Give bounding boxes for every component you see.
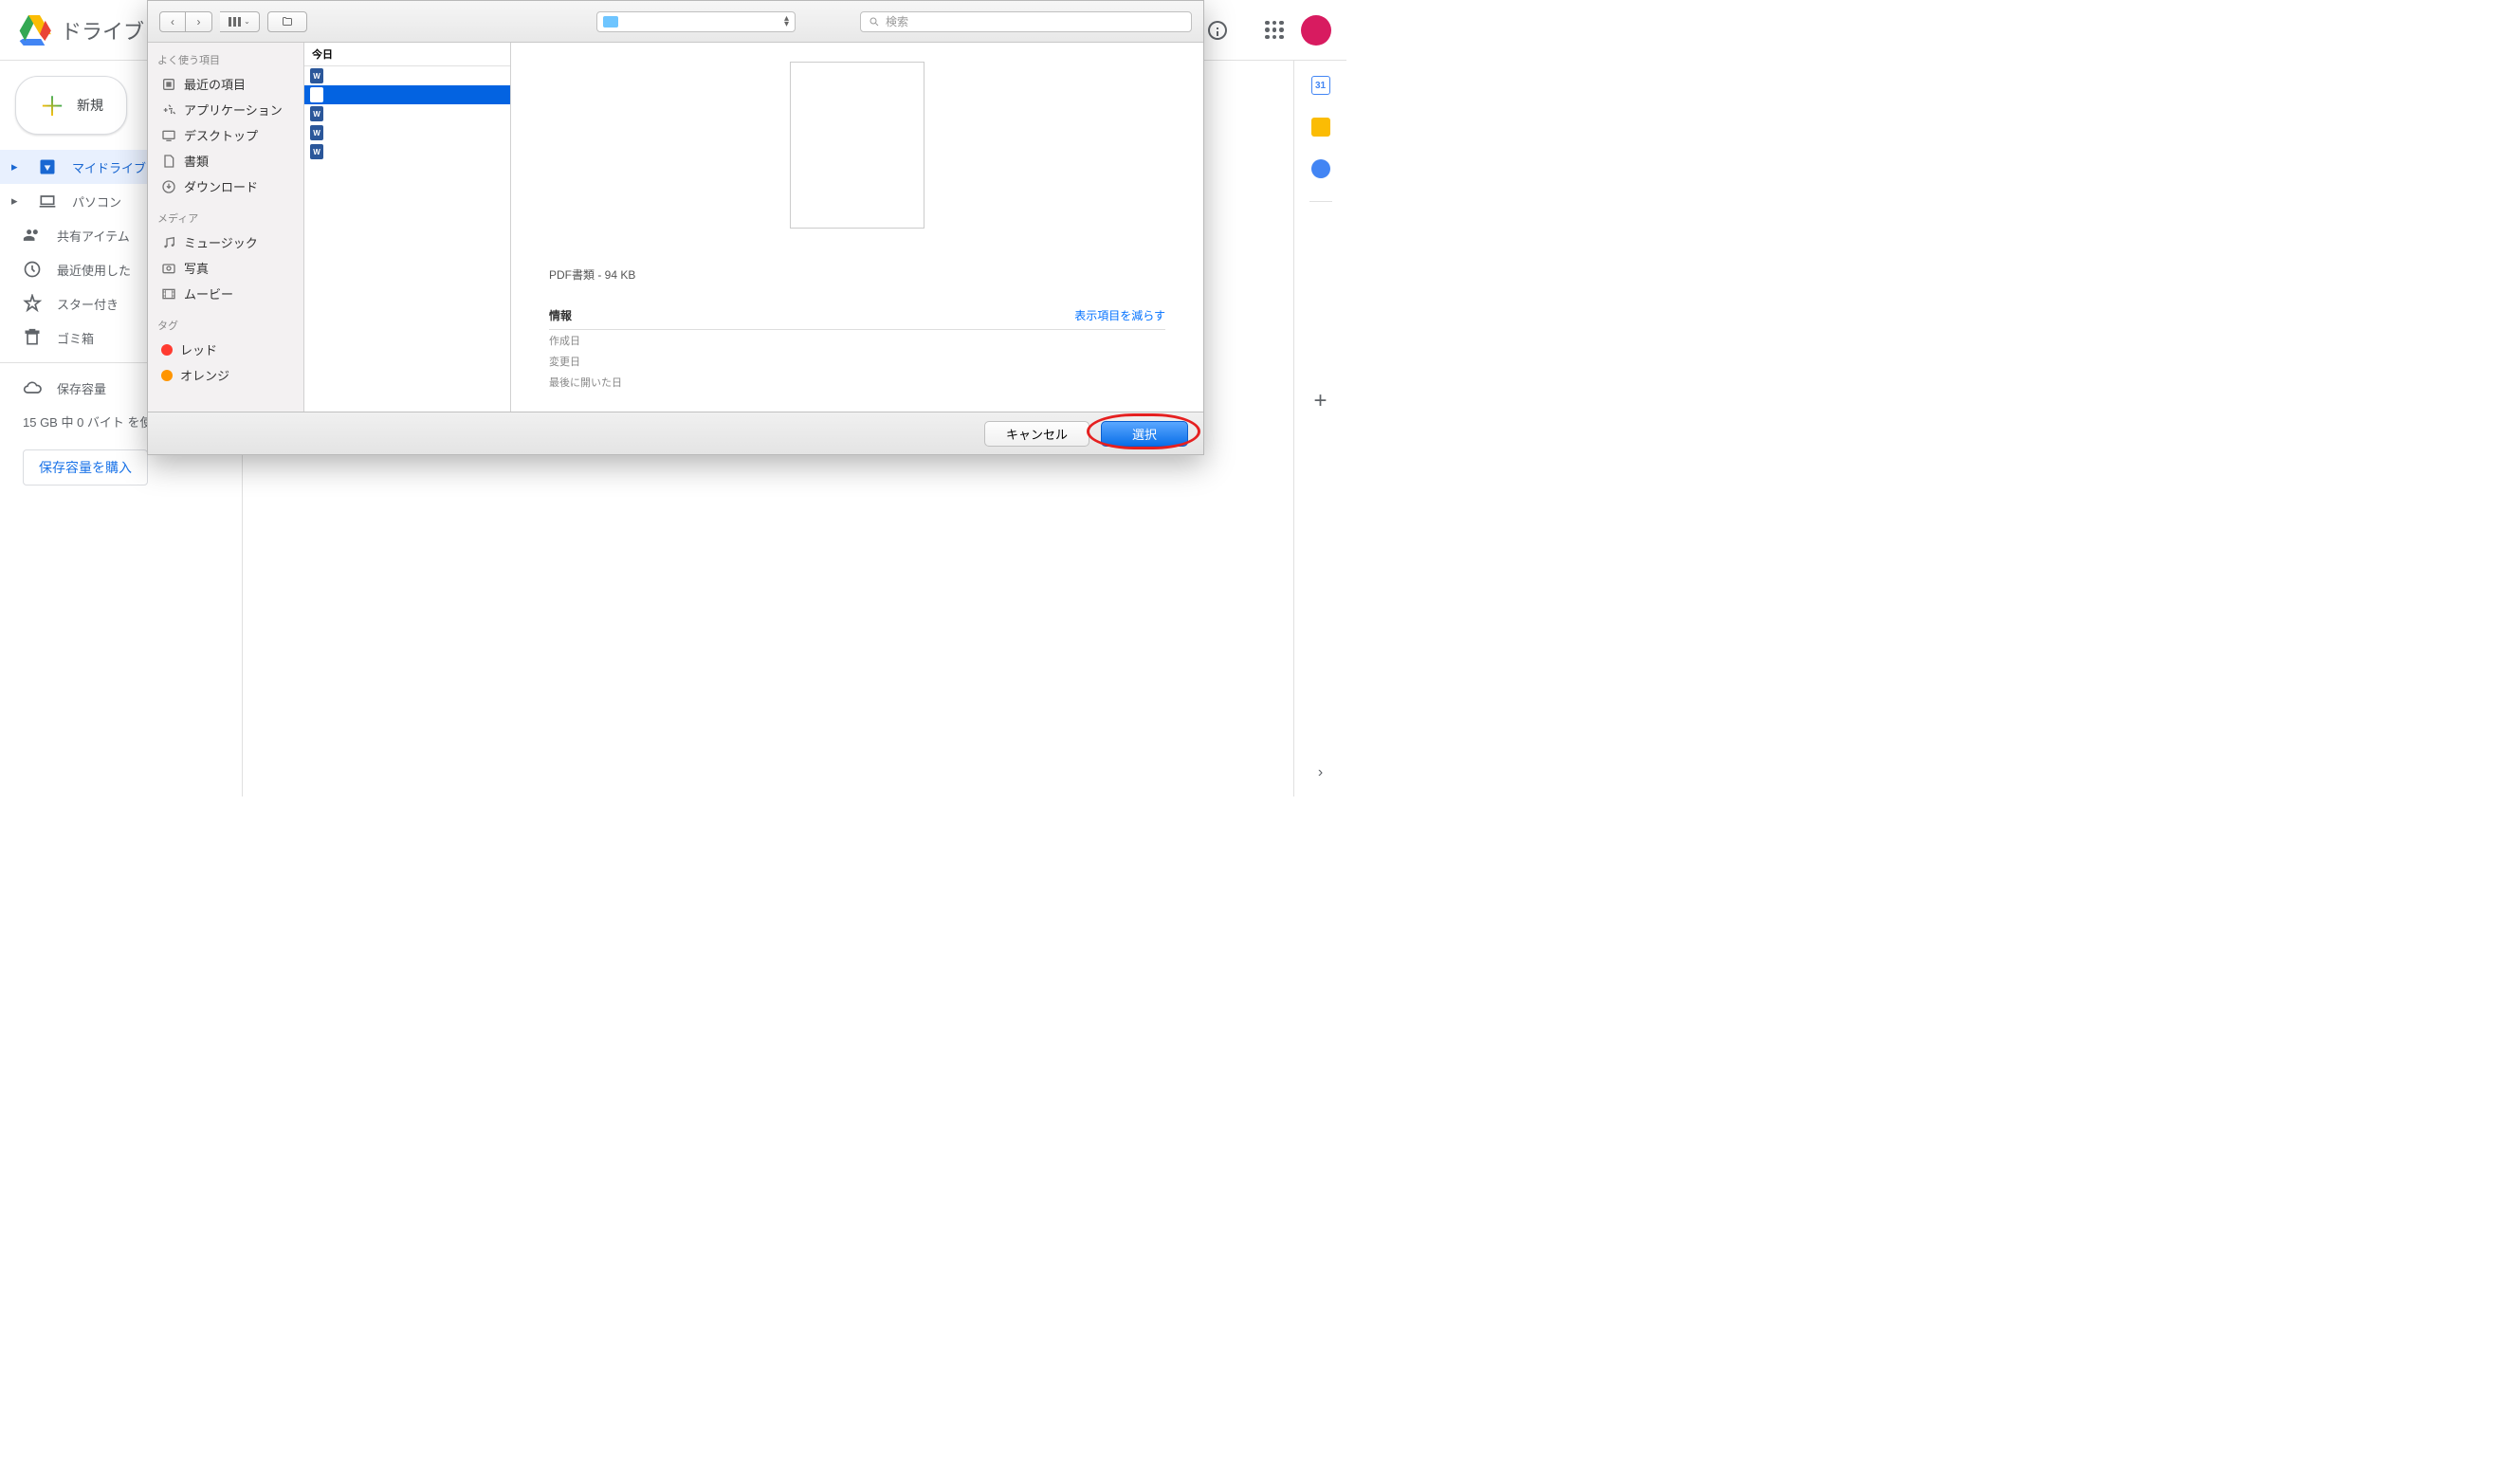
orange-dot-icon <box>161 370 173 381</box>
sidebar-item-label: マイドライブ <box>72 158 146 176</box>
clock-icon <box>23 260 42 279</box>
preview-filetype: PDF書類 - 94 KB <box>549 266 1165 292</box>
file-item[interactable]: W <box>304 104 510 123</box>
file-item[interactable]: W <box>304 123 510 142</box>
info-section-title: 情報 <box>549 307 572 323</box>
word-doc-icon: W <box>310 106 323 121</box>
computer-icon <box>38 192 57 211</box>
select-button[interactable]: 選択 <box>1101 421 1188 447</box>
sidebar-item-label: 共有アイテム <box>57 227 130 245</box>
column-view-button[interactable]: ⌄ <box>220 11 260 32</box>
info-lastopened-label: 最後に開いた日 <box>549 372 1165 393</box>
sidebar-documents[interactable]: 書類 <box>148 148 303 174</box>
file-open-dialog: ‹ › ⌄ ▴▾ 検索 よく使う項目 最近の項目 アプリケーション デスクトップ <box>147 0 1204 455</box>
updown-icon: ▴▾ <box>784 16 789 27</box>
sidebar-movies[interactable]: ムービー <box>148 281 303 306</box>
file-item-selected[interactable] <box>304 85 510 104</box>
desktop-icon <box>161 128 176 143</box>
sidebar-applications[interactable]: アプリケーション <box>148 97 303 122</box>
tag-orange[interactable]: オレンジ <box>148 362 303 388</box>
recent-icon <box>161 77 176 92</box>
word-doc-icon: W <box>310 144 323 159</box>
drive-logo-icon <box>15 11 53 49</box>
search-placeholder: 検索 <box>886 13 908 29</box>
new-button-label: 新規 <box>77 96 103 115</box>
word-doc-icon: W <box>310 125 323 140</box>
sidebar-item-label: スター付き <box>57 295 119 313</box>
group-button[interactable] <box>267 11 307 32</box>
file-group-header: 今日 <box>304 43 510 66</box>
sidebar-photos[interactable]: 写真 <box>148 255 303 281</box>
applications-icon <box>161 102 176 118</box>
downloads-icon <box>161 179 176 194</box>
calendar-app-icon[interactable]: 31 <box>1311 76 1330 95</box>
file-item[interactable]: W <box>304 66 510 85</box>
chevron-right-icon: ▸ <box>11 193 23 209</box>
people-icon <box>23 226 42 245</box>
back-button[interactable]: ‹ <box>159 11 186 32</box>
photos-icon <box>161 261 176 276</box>
pdf-doc-icon <box>310 87 323 102</box>
music-icon <box>161 235 176 250</box>
info-created-label: 作成日 <box>549 330 1165 351</box>
movies-icon <box>161 286 176 302</box>
sidebar-item-label: パソコン <box>72 192 121 211</box>
plus-icon: ＋ <box>39 86 65 124</box>
chevron-right-icon: ▸ <box>11 159 23 174</box>
file-list: 今日 W W W W <box>304 43 511 412</box>
favorites-header: よく使う項目 <box>148 48 303 71</box>
sidebar-desktop[interactable]: デスクトップ <box>148 122 303 148</box>
forward-button[interactable]: › <box>186 11 212 32</box>
nav-buttons: ‹ › <box>159 11 212 32</box>
sidebar-item-label: 保存容量 <box>57 379 106 397</box>
info-icon[interactable] <box>1206 19 1229 42</box>
drive-icon <box>38 157 57 176</box>
view-buttons: ⌄ <box>220 11 260 32</box>
sidebar-item-label: 最近使用した <box>57 261 131 279</box>
word-doc-icon: W <box>310 68 323 83</box>
account-avatar[interactable] <box>1301 15 1331 46</box>
trash-icon <box>23 328 42 347</box>
toggle-info-link[interactable]: 表示項目を減らす <box>1074 307 1165 323</box>
finder-toolbar: ‹ › ⌄ ▴▾ 検索 <box>148 1 1203 43</box>
cancel-button[interactable]: キャンセル <box>984 421 1089 447</box>
search-field[interactable]: 検索 <box>860 11 1192 32</box>
google-apps-icon[interactable] <box>1263 19 1286 42</box>
sidebar-item-label: ゴミ箱 <box>57 329 94 347</box>
sidebar-downloads[interactable]: ダウンロード <box>148 174 303 199</box>
media-header: メディア <box>148 207 303 229</box>
preview-thumbnail <box>790 62 924 229</box>
tag-red[interactable]: レッド <box>148 337 303 362</box>
star-icon <box>23 294 42 313</box>
tasks-app-icon[interactable] <box>1311 159 1330 178</box>
info-modified-label: 変更日 <box>549 351 1165 372</box>
file-item[interactable]: W <box>304 142 510 161</box>
sidebar-recent[interactable]: 最近の項目 <box>148 71 303 97</box>
location-dropdown[interactable]: ▴▾ <box>596 11 796 32</box>
drive-side-panel: 31 + › <box>1293 61 1346 797</box>
tags-header: タグ <box>148 314 303 337</box>
documents-icon <box>161 154 176 169</box>
drive-logo[interactable]: ドライブ <box>15 11 144 49</box>
sidebar-music[interactable]: ミュージック <box>148 229 303 255</box>
finder-sidebar: よく使う項目 最近の項目 アプリケーション デスクトップ 書類 ダウンロード メ… <box>148 43 304 412</box>
keep-app-icon[interactable] <box>1311 118 1330 137</box>
add-app-icon[interactable]: + <box>1313 388 1327 414</box>
drive-app-name: ドライブ <box>61 15 144 46</box>
new-button[interactable]: ＋ 新規 <box>15 76 127 135</box>
collapse-panel-icon[interactable]: › <box>1318 764 1323 797</box>
search-icon <box>869 16 880 27</box>
dialog-footer: キャンセル 選択 <box>148 412 1203 454</box>
cloud-icon <box>23 378 42 397</box>
file-preview-pane: PDF書類 - 94 KB 情報 表示項目を減らす 作成日 変更日 最後に開いた… <box>511 43 1203 412</box>
folder-icon <box>603 16 618 27</box>
red-dot-icon <box>161 344 173 356</box>
buy-storage-button[interactable]: 保存容量を購入 <box>23 449 148 486</box>
